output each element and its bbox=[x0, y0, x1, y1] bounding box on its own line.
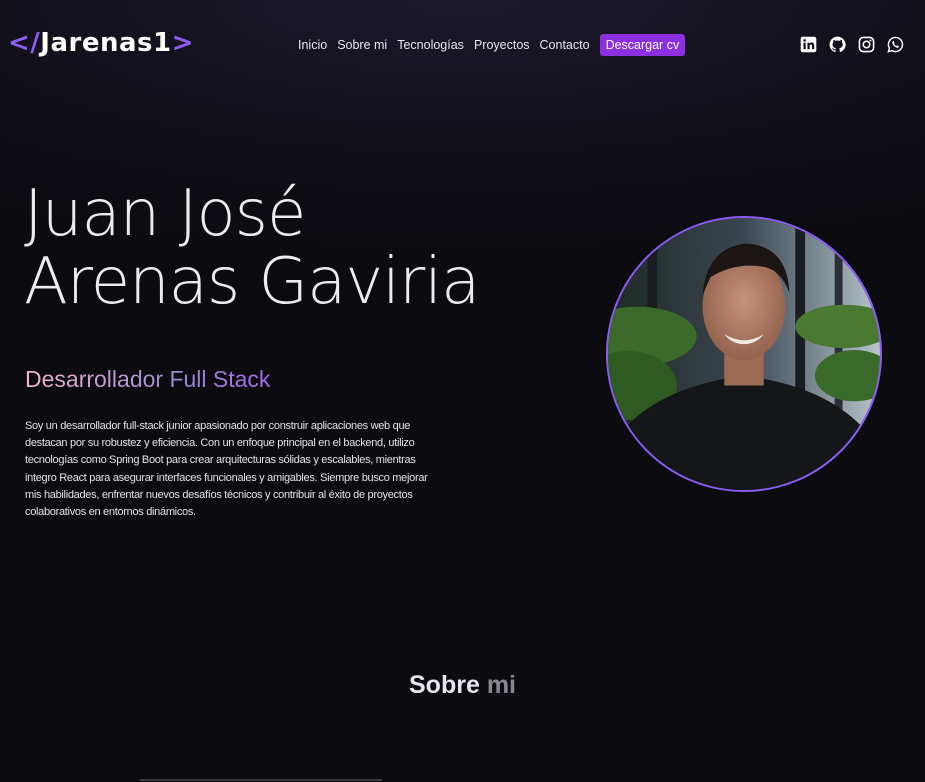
section-title-sobre-mi: Sobre mi bbox=[0, 671, 925, 700]
instagram-icon[interactable] bbox=[858, 36, 875, 53]
nav-link-contacto[interactable]: Contacto bbox=[540, 38, 590, 52]
logo-name: Jarenas1 bbox=[40, 28, 172, 58]
nav-link-tecnologias[interactable]: Tecnologías bbox=[397, 38, 464, 52]
whatsapp-icon[interactable] bbox=[887, 36, 904, 53]
section-title-word2: mi bbox=[486, 671, 516, 699]
download-cv-button[interactable]: Descargar cv bbox=[599, 34, 686, 56]
nav-link-inicio[interactable]: Inicio bbox=[298, 38, 327, 52]
hero-name-line2: Arenas Gaviria bbox=[24, 245, 480, 319]
profile-photo bbox=[606, 216, 882, 492]
github-icon[interactable] bbox=[829, 36, 846, 53]
logo-close-bracket: > bbox=[171, 28, 194, 58]
main-nav: Inicio Sobre mi Tecnologías Proyectos Co… bbox=[298, 34, 686, 56]
hero-bio: Soy un desarrollador full-stack junior a… bbox=[25, 420, 428, 519]
hero-role: Desarrollador Full Stack bbox=[25, 366, 271, 392]
linkedin-icon[interactable] bbox=[800, 36, 817, 53]
hero-name-line1: Juan José bbox=[24, 177, 306, 251]
social-links bbox=[800, 36, 904, 53]
nav-link-proyectos[interactable]: Proyectos bbox=[474, 38, 530, 52]
divider bbox=[140, 779, 382, 781]
section-title-word1: Sobre bbox=[409, 671, 480, 699]
hero-name: Juan José Arenas Gaviria bbox=[24, 177, 480, 319]
logo[interactable]: </Jarenas1> bbox=[8, 28, 194, 58]
logo-open-bracket: </ bbox=[8, 28, 41, 58]
nav-link-sobre-mi[interactable]: Sobre mi bbox=[337, 38, 387, 52]
